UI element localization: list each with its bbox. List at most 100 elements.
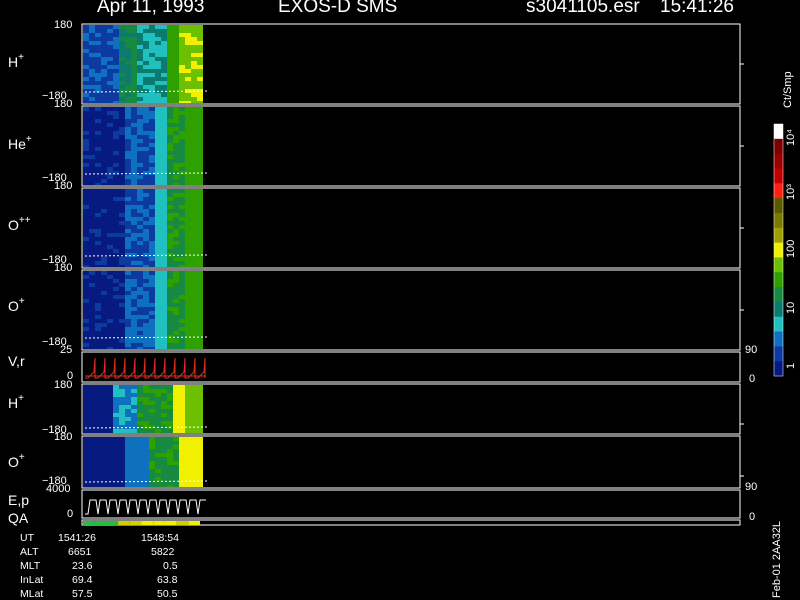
heatmap-cell [197, 189, 203, 193]
heatmap-cell [185, 303, 191, 307]
heatmap-cell [161, 385, 167, 389]
heatmap-cell [179, 477, 185, 481]
heatmap-cell [95, 397, 101, 401]
heatmap-cell [107, 421, 113, 425]
heatmap-cell [173, 315, 179, 319]
heatmap-cell [83, 469, 89, 473]
heatmap-cell [161, 405, 167, 409]
heatmap-cell [167, 249, 173, 253]
heatmap-cell [155, 127, 161, 131]
heatmap-cell [143, 189, 149, 193]
heatmap-cell [179, 127, 185, 131]
heatmap-cell [131, 101, 137, 103]
heatmap-cell [191, 119, 197, 123]
heatmap-cell [143, 69, 149, 73]
heatmap-cell [107, 73, 113, 77]
heatmap-cell [95, 287, 101, 291]
heatmap-cell [185, 115, 191, 119]
heatmap-cell [173, 429, 179, 433]
heatmap-cell [149, 303, 155, 307]
colorbar-tick-10: 10 [785, 301, 797, 314]
heatmap-cell [173, 445, 179, 449]
heatmap-cell [95, 339, 101, 343]
heatmap-cell [89, 303, 95, 307]
heatmap-cell [185, 257, 191, 261]
heatmap-cell [107, 189, 113, 193]
heatmap-cell [197, 119, 203, 123]
heatmap-cell [95, 49, 101, 53]
heatmap-cell [125, 229, 131, 233]
heatmap-cell [131, 469, 137, 473]
heatmap-cell [113, 81, 119, 85]
eph-v1-mlat: 57.5 [72, 588, 93, 600]
colorbar-segment [774, 272, 783, 288]
heatmap-cell [155, 279, 161, 283]
heatmap-cell [89, 295, 95, 299]
heatmap-cell [95, 331, 101, 335]
heatmap-cell [185, 445, 191, 449]
heatmap-cell [131, 441, 137, 445]
heatmap-cell [197, 421, 203, 425]
heatmap-cell [107, 139, 113, 143]
heatmap-cell [125, 299, 131, 303]
heatmap-cell [185, 217, 191, 221]
heatmap-cell [185, 469, 191, 473]
heatmap-cell [191, 197, 197, 201]
heatmap-cell [101, 139, 107, 143]
heatmap-cell [143, 183, 149, 185]
heatmap-cell [161, 115, 167, 119]
heatmap-cell [149, 189, 155, 193]
heatmap-cell [191, 97, 197, 101]
heatmap-cell [131, 61, 137, 65]
heatmap-cell [167, 221, 173, 225]
heatmap-cell [113, 175, 119, 179]
heatmap-cell [137, 179, 143, 183]
heatmap-cell [161, 119, 167, 123]
heatmap-cell [137, 45, 143, 49]
heatmap-cell [113, 307, 119, 311]
colorbar-segment [774, 301, 783, 318]
heatmap-cell [119, 385, 125, 389]
heatmap-cell [101, 155, 107, 159]
heatmap-cell [191, 245, 197, 249]
heatmap-cell [191, 311, 197, 315]
heatmap-cell [113, 279, 119, 283]
heatmap-cell [119, 469, 125, 473]
heatmap-cell [167, 385, 173, 389]
heatmap-cell [107, 323, 113, 327]
heatmap-cell [167, 93, 173, 97]
heatmap-cell [149, 257, 155, 261]
heatmap-cell [179, 315, 185, 319]
heatmap-cell [179, 271, 185, 275]
heatmap-cell [161, 413, 167, 417]
heatmap-cell [185, 77, 191, 81]
heatmap-cell [89, 221, 95, 225]
heatmap-cell [125, 65, 131, 69]
heatmap-cell [95, 85, 101, 89]
heatmap-cell [143, 291, 149, 295]
eph-name-inlat: InLat [20, 574, 44, 586]
heatmap-cell [125, 315, 131, 319]
heatmap-cell [89, 101, 95, 103]
heatmap-cell [179, 287, 185, 291]
heatmap-cell [197, 167, 203, 171]
heatmap-cell [101, 303, 107, 307]
heatmap-cell [167, 111, 173, 115]
heatmap-cell [179, 343, 185, 347]
heatmap-cell [173, 393, 179, 397]
heatmap-cell [197, 241, 203, 245]
heatmap-cell [185, 159, 191, 163]
heatmap-cell [161, 327, 167, 331]
heatmap-cell [89, 323, 95, 327]
heatmap-cell [143, 233, 149, 237]
heatmap-cell [161, 193, 167, 197]
heatmap-cell [197, 339, 203, 343]
heatmap-cell [113, 49, 119, 53]
heatmap-cell [119, 193, 125, 197]
heatmap-cell [95, 347, 101, 349]
heatmap-cell [173, 179, 179, 183]
heatmap-cell [107, 413, 113, 417]
heatmap-cell [197, 221, 203, 225]
heatmap-cell [101, 197, 107, 201]
rtick-ep-bottom: 0 [749, 511, 756, 523]
